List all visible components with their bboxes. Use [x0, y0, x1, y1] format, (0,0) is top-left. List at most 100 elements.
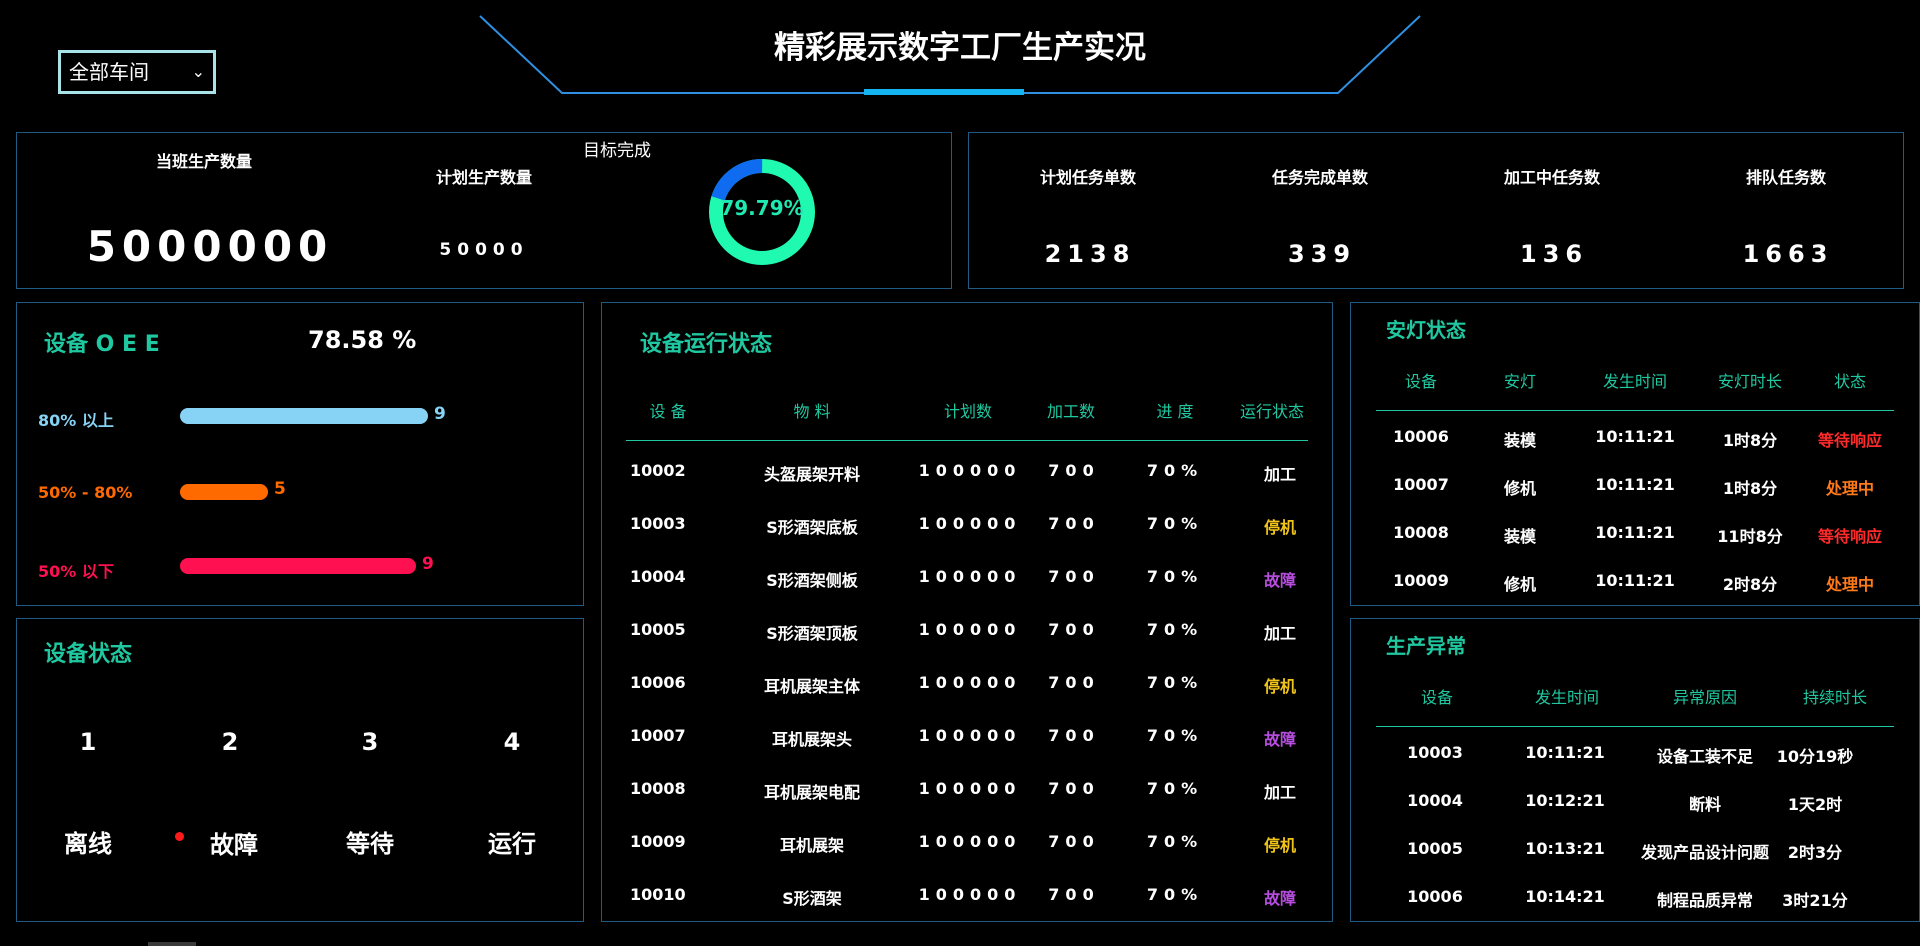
status-label-fault: 故障	[210, 831, 258, 859]
running-cell-material: 头盔展架开料	[763, 465, 860, 484]
andon-title: 安灯状态	[1386, 318, 1466, 342]
running-cell-device: 10008	[630, 779, 686, 798]
andon-cell-duration: 2时8分	[1722, 575, 1778, 594]
running-cell-progress: 70%	[1146, 673, 1204, 692]
exceptions-panel	[1350, 618, 1920, 922]
running-cell-material: S形酒架顶板	[766, 624, 858, 643]
running-cell-plan: 100000	[918, 885, 1022, 904]
running-cell-status: 故障	[1263, 730, 1296, 749]
exceptions-cell-time: 10:12:21	[1525, 791, 1605, 810]
andon-cell-status: 等待响应	[1817, 431, 1882, 450]
exceptions-cell-device: 10004	[1407, 791, 1463, 810]
running-cell-done: 700	[1048, 726, 1100, 745]
andon-header-divider	[1376, 410, 1894, 411]
andon-cell-device: 10007	[1393, 475, 1449, 494]
status-count-offline: 1	[79, 728, 97, 756]
exceptions-cell-duration: 10分19秒	[1776, 747, 1854, 766]
task-planned-value: 2138	[1044, 240, 1136, 268]
running-cell-plan: 100000	[918, 779, 1022, 798]
andon-cell-duration: 1时8分	[1722, 431, 1778, 450]
oee-count-low: 9	[422, 554, 434, 574]
oee-count-mid: 5	[274, 479, 286, 499]
exceptions-cell-duration: 2时3分	[1787, 843, 1843, 862]
andon-panel	[1350, 302, 1920, 606]
running-cell-status: 停机	[1263, 518, 1296, 537]
andon-header-3: 安灯时长	[1717, 372, 1782, 391]
running-cell-material: 耳机展架电配	[763, 783, 860, 802]
running-header-1: 物 料	[793, 402, 831, 421]
running-cell-status: 故障	[1263, 571, 1296, 590]
running-cell-progress: 70%	[1146, 461, 1204, 480]
andon-cell-device: 10009	[1393, 571, 1449, 590]
running-cell-status: 加工	[1263, 465, 1296, 484]
oee-row-label-high: 80% 以上	[38, 411, 114, 430]
exceptions-title: 生产异常	[1386, 634, 1466, 658]
andon-cell-duration: 1时8分	[1722, 479, 1778, 498]
target-completion-label: 目标完成	[583, 141, 651, 161]
andon-cell-status: 处理中	[1825, 575, 1874, 594]
running-cell-plan: 100000	[918, 726, 1022, 745]
task-processing-label: 加工中任务数	[1503, 168, 1600, 187]
oee-value: 78.58 %	[308, 326, 417, 354]
running-cell-plan: 100000	[918, 673, 1022, 692]
running-header-3: 加工数	[1046, 402, 1095, 421]
exceptions-cell-duration: 1天2时	[1787, 795, 1843, 814]
oee-bar-mid	[180, 484, 268, 500]
status-label-offline: 离线	[64, 830, 112, 858]
exceptions-cell-time: 10:13:21	[1525, 839, 1605, 858]
task-planned-label: 计划任务单数	[1039, 168, 1136, 187]
andon-header-4: 状态	[1833, 372, 1866, 391]
running-cell-progress: 70%	[1146, 726, 1204, 745]
oee-row-label-low: 50% 以下	[38, 562, 114, 581]
running-cell-device: 10009	[630, 832, 686, 851]
running-cell-done: 700	[1048, 832, 1100, 851]
running-cell-material: S形酒架底板	[766, 518, 858, 537]
andon-cell-time: 10:11:21	[1595, 523, 1675, 542]
task-completed-value: 339	[1287, 240, 1357, 268]
oee-count-high: 9	[434, 404, 446, 424]
running-cell-plan: 100000	[918, 832, 1022, 851]
running-cell-material: S形酒架侧板	[766, 571, 858, 590]
running-cell-progress: 70%	[1146, 620, 1204, 639]
running-header-2: 计划数	[943, 402, 992, 421]
exceptions-cell-device: 10005	[1407, 839, 1463, 858]
running-cell-plan: 100000	[918, 514, 1022, 533]
andon-cell-device: 10006	[1393, 427, 1449, 446]
planned-production-value: 50000	[439, 240, 529, 260]
running-cell-done: 700	[1048, 514, 1100, 533]
andon-cell-lamp: 装模	[1503, 527, 1536, 546]
running-cell-plan: 100000	[918, 567, 1022, 586]
current-production-label: 当班生产数量	[155, 152, 252, 171]
andon-cell-lamp: 装模	[1503, 431, 1536, 450]
running-cell-plan: 100000	[918, 620, 1022, 639]
running-cell-plan: 100000	[918, 461, 1022, 480]
andon-cell-status: 处理中	[1825, 479, 1874, 498]
running-cell-done: 700	[1048, 779, 1100, 798]
andon-header-1: 安灯	[1503, 372, 1536, 391]
exceptions-cell-time: 10:11:21	[1525, 743, 1605, 762]
andon-cell-time: 10:11:21	[1595, 571, 1675, 590]
exceptions-cell-device: 10003	[1407, 743, 1463, 762]
exceptions-cell-device: 10006	[1407, 887, 1463, 906]
running-cell-status: 加工	[1263, 624, 1296, 643]
running-cell-done: 700	[1048, 885, 1100, 904]
exceptions-header-3: 持续时长	[1802, 688, 1867, 707]
oee-row-label-mid: 50% - 80%	[38, 483, 133, 502]
andon-cell-lamp: 修机	[1503, 479, 1536, 498]
running-cell-device: 10002	[630, 461, 686, 480]
running-cell-progress: 70%	[1146, 567, 1204, 586]
running-header-4: 进 度	[1156, 402, 1194, 421]
exceptions-header-divider	[1376, 726, 1894, 727]
task-completed-label: 任务完成单数	[1271, 168, 1368, 187]
status-count-waiting: 3	[361, 728, 379, 756]
device-status-title: 设备状态	[44, 642, 133, 667]
scrollbar-thumb[interactable]	[148, 942, 196, 946]
running-header-5: 运行状态	[1239, 402, 1304, 421]
andon-cell-status: 等待响应	[1817, 527, 1882, 546]
running-cell-done: 700	[1048, 673, 1100, 692]
exceptions-cell-duration: 3时21分	[1782, 891, 1848, 910]
andon-cell-time: 10:11:21	[1595, 475, 1675, 494]
task-queued-value: 1663	[1742, 240, 1834, 268]
running-cell-progress: 70%	[1146, 885, 1204, 904]
running-cell-device: 10003	[630, 514, 686, 533]
